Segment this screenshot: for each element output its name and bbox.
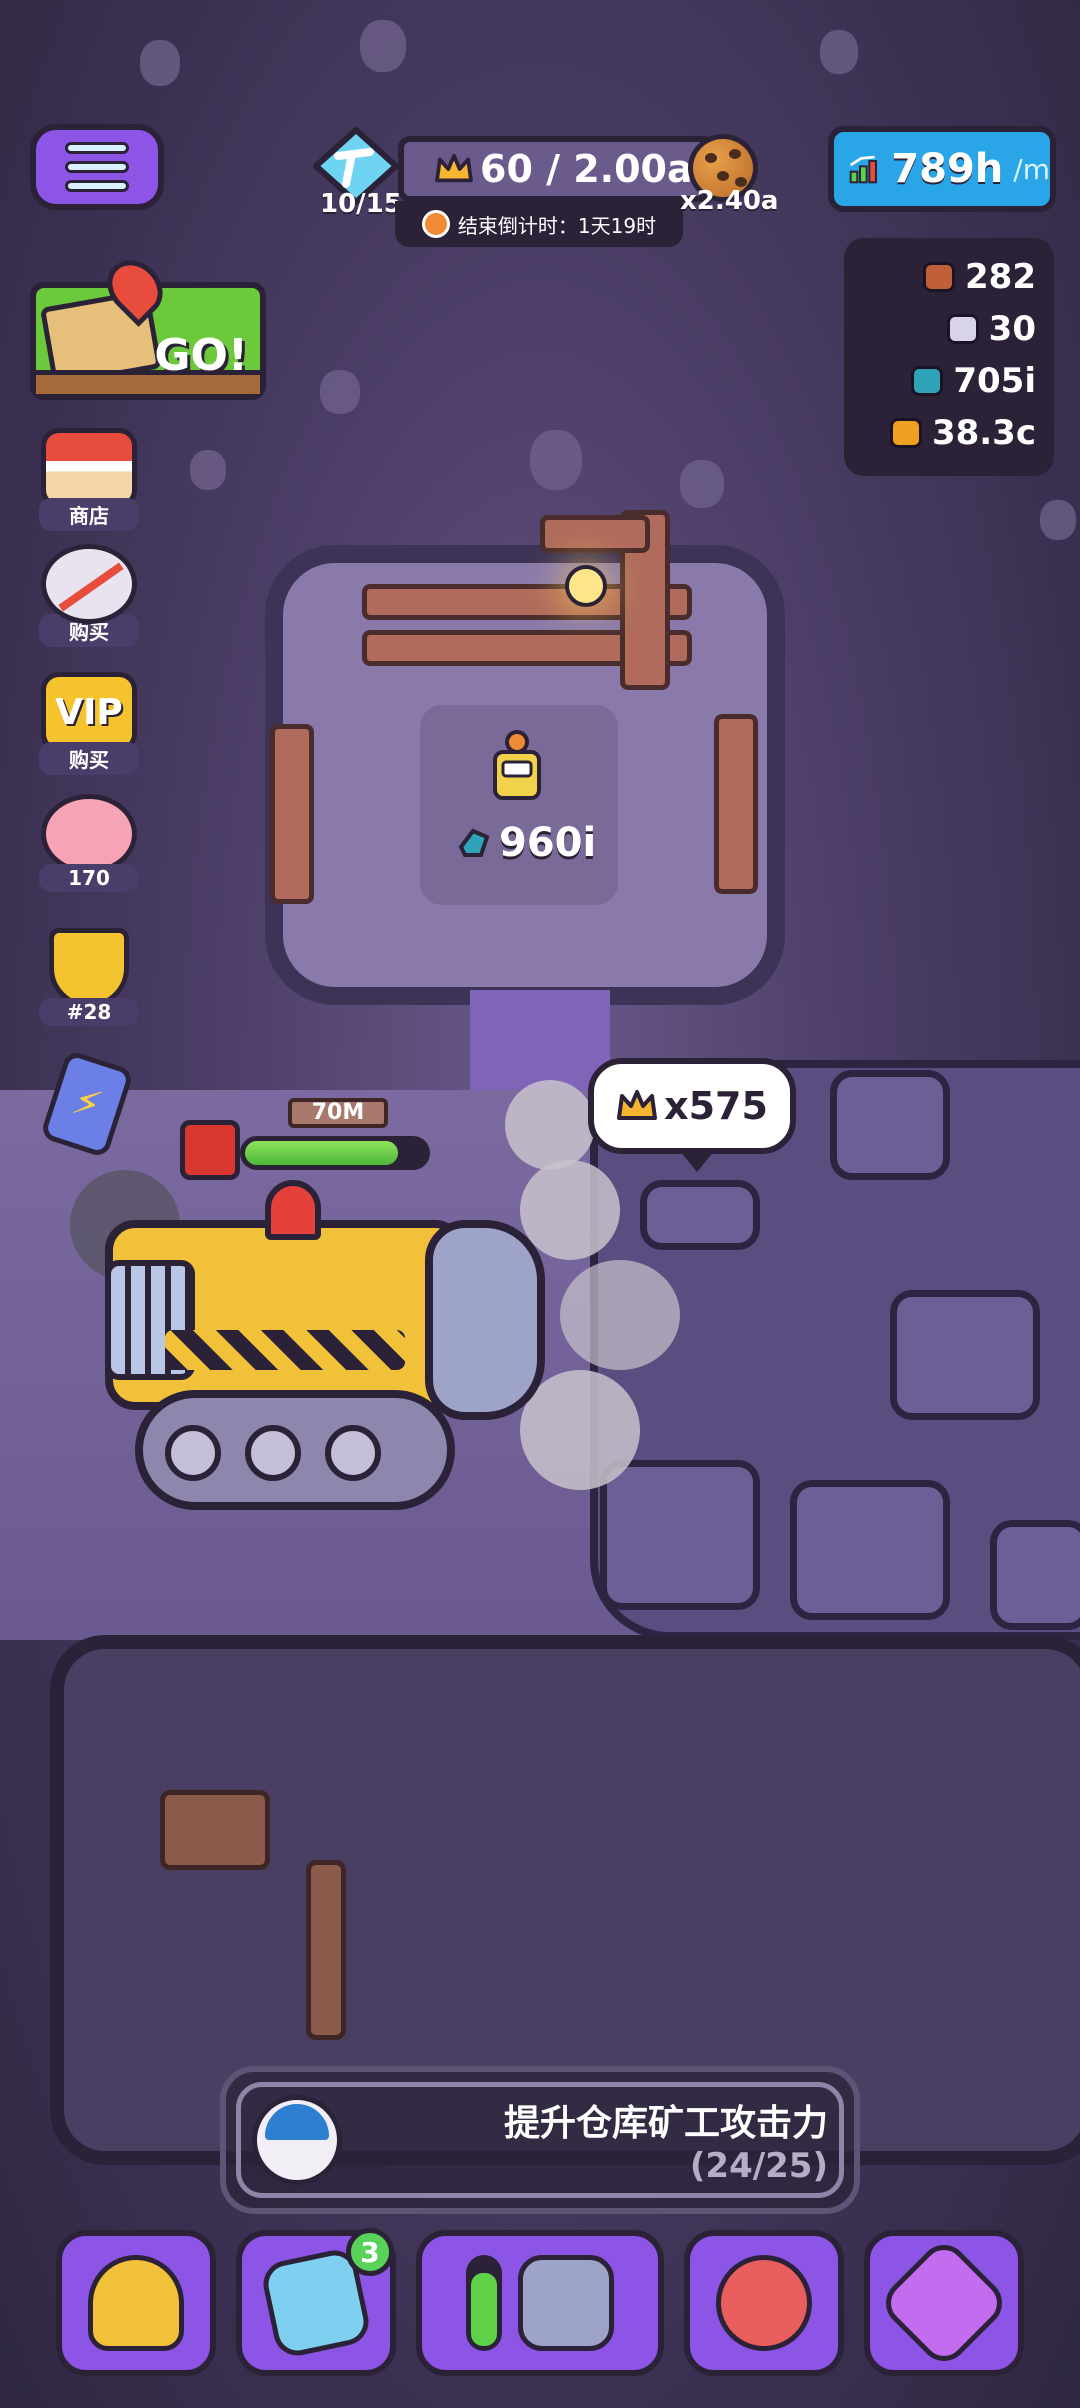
quest-banner[interactable]: 提升仓库矿工攻击力 (24/25) [220, 2066, 860, 2214]
bottom-navigation: 3 [56, 2228, 1024, 2380]
teal-gem-icon [911, 366, 944, 396]
crown-reward-bubble[interactable]: x575 [588, 1058, 796, 1172]
resource-value: 282 [965, 257, 1036, 297]
silver-ore-icon [946, 314, 979, 344]
depth-sign: 70M [288, 1098, 388, 1128]
nav-drill-button[interactable] [416, 2230, 664, 2376]
piggy-bank-label: 170 [39, 864, 139, 892]
beacon-light-icon [265, 1180, 321, 1240]
resource-row: 30 [946, 308, 1036, 350]
nav-cards-button[interactable]: 3 [236, 2228, 396, 2376]
nav-forge-button[interactable] [864, 2230, 1024, 2376]
room-storage-value: 960i [455, 820, 596, 866]
miner-helmet-icon [88, 2255, 184, 2351]
miner-robot-icon[interactable] [487, 728, 547, 802]
resource-panel: 282 30 705i 38.3c [844, 238, 1054, 476]
resource-value: 30 [988, 309, 1036, 349]
income-rate-unit: /m [1013, 152, 1050, 186]
crown-icon [617, 1090, 658, 1120]
lamp-light [565, 565, 607, 607]
shop-button[interactable]: 商店 [34, 428, 144, 531]
teal-gem-icon [458, 828, 490, 857]
miner-team-icon [716, 2255, 812, 2351]
crown-reward-text: x575 [664, 1084, 768, 1128]
quest-progress: (24/25) [689, 2146, 828, 2186]
go-label: GO! [154, 330, 248, 381]
drill-bit [425, 1220, 545, 1420]
income-rate-button[interactable]: 789h /m [828, 126, 1056, 212]
growth-chart-icon [849, 155, 877, 184]
clock-icon [421, 210, 450, 238]
trophy-icon [49, 928, 129, 1008]
vip-icon: VIP [41, 672, 137, 752]
income-rate-value: 789h [891, 146, 1004, 192]
countdown-text: 结束倒计时：1天19时 [457, 213, 657, 238]
shop-label: 商店 [39, 498, 139, 531]
ranking-label: #28 [39, 998, 139, 1026]
vip-label: 购买 [39, 742, 139, 775]
crown-counter-text: 60 / 2.00a [480, 147, 693, 191]
gold-nugget-icon [889, 418, 922, 448]
world-map-go-button[interactable]: GO! [30, 249, 266, 400]
no-ads-icon [41, 544, 137, 624]
ranking-button[interactable]: #28 [34, 928, 144, 1026]
resource-value: 705i [953, 361, 1036, 401]
drill-fuel-gauge: 70M [180, 1098, 440, 1180]
piggy-bank-icon [41, 794, 137, 874]
cards-badge: 3 [346, 2228, 394, 2276]
room-value-text: 960i [499, 820, 597, 866]
event-countdown[interactable]: 结束倒计时：1天19时 [395, 201, 683, 247]
miner-drill-avatar-icon [252, 2095, 342, 2185]
drill-level-bar [466, 2255, 502, 2351]
resource-row: 38.3c [889, 412, 1036, 454]
piggy-bank-button[interactable]: 170 [34, 794, 144, 892]
quest-title: 提升仓库矿工攻击力 [503, 2103, 828, 2144]
hammer-gem-icon [876, 2235, 1012, 2371]
multiplier-text: x2.40a [680, 186, 779, 216]
drill-machine[interactable] [95, 1180, 545, 1520]
crown-counter: 60 / 2.00a [398, 136, 716, 202]
drill-machine-icon [518, 2255, 614, 2351]
resource-row: 705i [911, 360, 1036, 402]
fuel-can-icon [180, 1120, 240, 1180]
wood-ore-icon [923, 262, 956, 292]
no-ads-button[interactable]: 购买 [34, 544, 144, 647]
shop-stall-icon [41, 428, 137, 508]
fuel-bar-fill [245, 1141, 398, 1165]
energy-text: 10/15 [320, 189, 402, 219]
nav-team-button[interactable] [684, 2230, 844, 2376]
resource-value: 38.3c [931, 413, 1036, 453]
menu-button[interactable] [30, 124, 164, 210]
vip-button[interactable]: VIP 购买 [34, 672, 144, 775]
resource-row: 282 [923, 256, 1036, 298]
nav-miners-button[interactable] [56, 2230, 216, 2376]
crown-icon [435, 153, 473, 183]
